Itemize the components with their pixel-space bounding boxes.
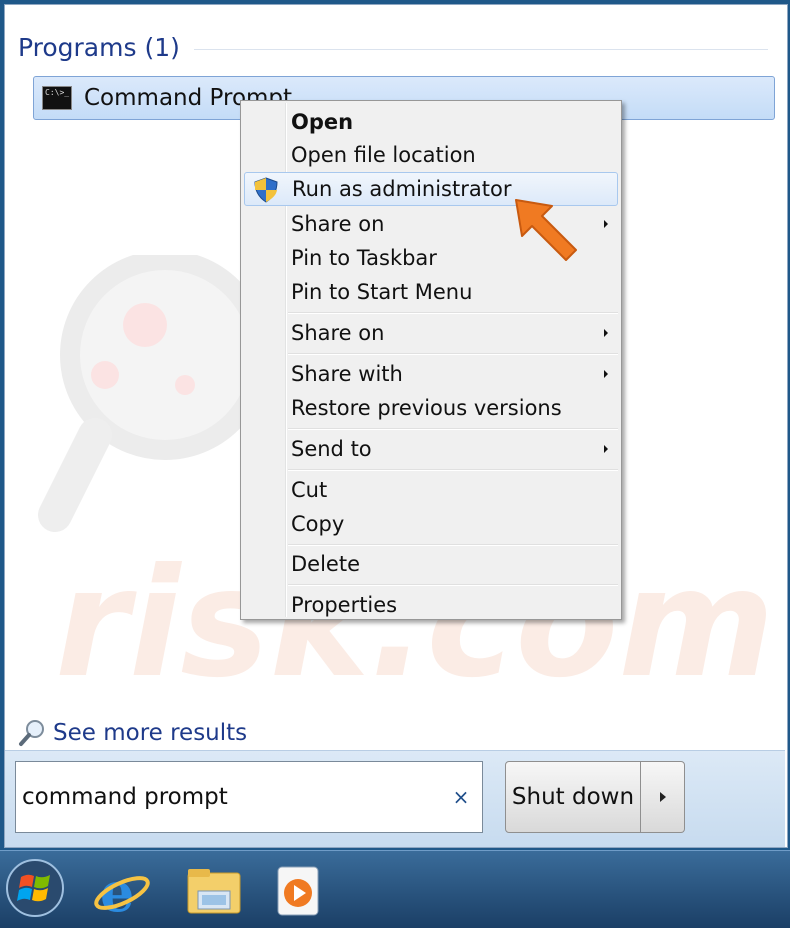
- submenu-arrow-icon: [604, 370, 608, 378]
- search-input[interactable]: command prompt ×: [15, 761, 483, 833]
- submenu-arrow-icon: [604, 445, 608, 453]
- menu-item-copy[interactable]: Copy: [244, 507, 618, 541]
- search-input-value[interactable]: command prompt: [22, 784, 446, 810]
- menu-item-cut[interactable]: Cut: [244, 473, 618, 507]
- menu-separator: [288, 353, 618, 355]
- menu-item-label: Run as administrator: [292, 177, 512, 201]
- menu-item-label: Cut: [291, 478, 328, 502]
- menu-item-label: Send to: [291, 437, 372, 461]
- menu-item-label: Pin to Start Menu: [291, 280, 473, 304]
- media-player-icon[interactable]: [268, 861, 328, 921]
- programs-title: Programs (1): [18, 32, 180, 62]
- cmd-icon: [42, 86, 72, 110]
- header-divider: [193, 48, 768, 50]
- menu-item-label: Open: [291, 110, 354, 134]
- see-more-results-link[interactable]: See more results: [17, 715, 247, 751]
- menu-separator: [288, 312, 618, 314]
- menu-item-share-with[interactable]: Share with: [244, 357, 618, 391]
- chevron-right-icon: [659, 792, 666, 802]
- menu-item-label: Share with: [291, 362, 403, 386]
- menu-item-pin-to-start-menu[interactable]: Pin to Start Menu: [244, 275, 618, 309]
- shutdown-button[interactable]: Shut down: [505, 761, 641, 833]
- taskbar: e: [0, 850, 790, 928]
- menu-item-label: Share on: [291, 321, 385, 345]
- windows-explorer-icon[interactable]: [184, 861, 244, 921]
- menu-item-label: Properties: [291, 593, 398, 617]
- menu-item-delete[interactable]: Delete: [244, 547, 618, 581]
- clear-search-icon[interactable]: ×: [446, 785, 476, 809]
- shutdown-options-button[interactable]: [641, 761, 685, 833]
- submenu-arrow-icon: [604, 220, 608, 228]
- menu-item-open-file-location[interactable]: Open file location: [244, 138, 618, 172]
- context-menu: Open Open file location Run as administr…: [240, 100, 622, 620]
- internet-explorer-icon[interactable]: e: [92, 861, 152, 921]
- programs-header: Programs (1): [18, 29, 768, 65]
- menu-separator: [288, 469, 618, 471]
- menu-item-open[interactable]: Open: [244, 105, 618, 139]
- see-more-results-label: See more results: [53, 720, 248, 746]
- start-menu-bottom-bar: command prompt × Shut down: [5, 750, 785, 847]
- start-orb-icon[interactable]: [4, 857, 66, 919]
- menu-item-label: Share on: [291, 212, 385, 236]
- menu-item-label: Delete: [291, 552, 360, 576]
- pointer-arrow-icon: [515, 199, 577, 261]
- menu-item-send-to[interactable]: Send to: [244, 432, 618, 466]
- menu-item-share-on-2[interactable]: Share on: [244, 316, 618, 350]
- search-icon: [19, 720, 44, 746]
- menu-item-label: Open file location: [291, 143, 476, 167]
- menu-item-restore-previous-versions[interactable]: Restore previous versions: [244, 391, 618, 425]
- menu-item-label: Pin to Taskbar: [291, 246, 437, 270]
- menu-separator: [288, 428, 618, 430]
- menu-separator: [288, 544, 618, 546]
- menu-item-properties[interactable]: Properties: [244, 588, 618, 622]
- menu-item-label: Restore previous versions: [291, 396, 562, 420]
- uac-shield-icon: [254, 177, 278, 203]
- menu-separator: [288, 584, 618, 586]
- submenu-arrow-icon: [604, 329, 608, 337]
- menu-item-label: Copy: [291, 512, 345, 536]
